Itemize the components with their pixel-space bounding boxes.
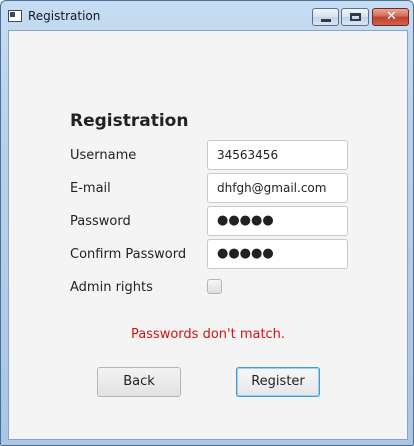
maximize-button[interactable] — [341, 8, 369, 26]
username-field[interactable]: 34563456 — [207, 140, 348, 170]
minimize-icon — [321, 19, 331, 22]
username-label: Username — [70, 148, 137, 163]
register-button[interactable]: Register — [236, 367, 320, 397]
minimize-button[interactable] — [312, 8, 339, 26]
admin-rights-label: Admin rights — [70, 280, 153, 295]
admin-rights-checkbox[interactable] — [207, 279, 222, 294]
registration-form: Registration Username 34563456 E-mail dh… — [8, 30, 408, 440]
back-button[interactable]: Back — [97, 367, 181, 397]
title-bar[interactable]: Registration ✕ — [1, 1, 413, 31]
close-button[interactable]: ✕ — [372, 8, 409, 26]
app-window: Registration ✕ Registration Username 345… — [0, 0, 414, 446]
confirm-password-field[interactable]: ●●●●● — [207, 239, 348, 269]
window-title: Registration — [28, 9, 101, 23]
confirm-password-label: Confirm Password — [70, 247, 187, 262]
email-field[interactable]: dhfgh@gmail.com — [207, 173, 348, 203]
email-label: E-mail — [70, 181, 111, 196]
password-label: Password — [70, 214, 131, 229]
form-heading: Registration — [70, 111, 189, 131]
close-icon: ✕ — [386, 9, 397, 24]
maximize-icon — [350, 13, 361, 21]
password-field[interactable]: ●●●●● — [207, 206, 348, 236]
error-message: Passwords don't match. — [130, 327, 286, 342]
window-app-icon — [8, 10, 22, 22]
